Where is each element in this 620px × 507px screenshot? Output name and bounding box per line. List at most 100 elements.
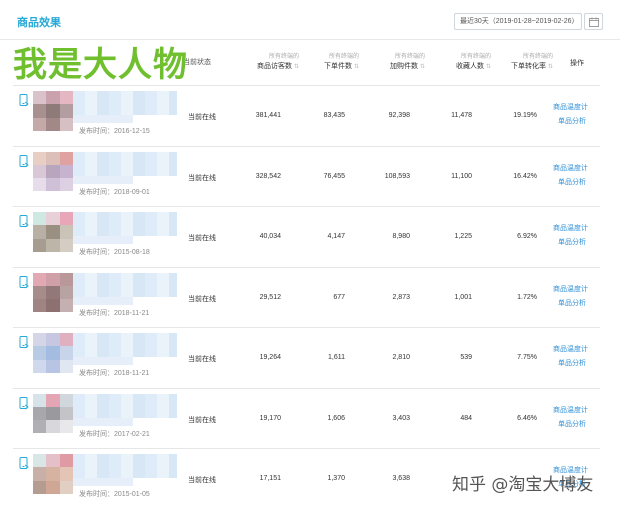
metric-visitors: 40,034 [259, 233, 281, 240]
table-row[interactable]: 发布时间：2018-11-21 当前在线 19,264 1,611 2,810 539… [13, 328, 600, 389]
status-text: 当前在线 [188, 235, 216, 242]
table-row[interactable]: 发布时间：2018-11-21 当前在线 29,512 677 2,873 1,001… [13, 268, 600, 328]
status-text: 当前在线 [188, 356, 216, 363]
item-analysis-link[interactable]: 单品分析 [558, 298, 586, 308]
product-title-blurred[interactable] [73, 333, 177, 357]
top-bar: 商品效果 最近30天（2019-01-28~2019-02-26） [0, 0, 620, 40]
status-text: 当前在线 [188, 295, 216, 303]
metric-rate: 7.75% [517, 354, 537, 361]
publish-time: 发布时间：2018-09-01 [79, 188, 150, 196]
product-thumbnail[interactable] [33, 272, 73, 313]
product-thumbnail[interactable] [33, 454, 73, 494]
product-title-blurred[interactable] [73, 91, 177, 115]
product-thumbnail[interactable] [33, 91, 73, 131]
metric-cart: 3,638 [392, 475, 410, 482]
thermometer-link[interactable]: 商品温度计 [553, 102, 588, 112]
publish-time: 发布时间：2018-11-21 [79, 309, 150, 317]
metric-orders: 1,370 [327, 475, 345, 482]
metric-rate: 6.92% [517, 233, 537, 240]
item-analysis-link[interactable]: 单品分析 [558, 177, 586, 187]
status-text: 当前在线 [188, 174, 216, 182]
metric-cart: 108,593 [384, 172, 410, 180]
product-title-blurred-line2 [73, 175, 133, 184]
metric-fav: 539 [460, 354, 472, 361]
product-title-blurred[interactable] [73, 393, 177, 418]
mobile-icon [19, 275, 29, 288]
watermark-top: 我是大人物 [13, 45, 188, 85]
metric-fav: 11,100 [451, 172, 472, 180]
product-thumbnail[interactable] [33, 393, 73, 434]
sort-icon: ⇅ [419, 64, 425, 70]
metric-cart: 92,398 [388, 112, 410, 119]
mobile-icon [19, 457, 29, 470]
metric-visitors: 381,441 [255, 112, 281, 119]
product-title-blurred[interactable] [73, 212, 177, 236]
metric-orders: 4,147 [327, 233, 345, 240]
thermometer-link[interactable]: 商品温度计 [553, 163, 588, 173]
col-favorites[interactable]: 所有终端的 收藏人数 ⇅ [431, 52, 491, 72]
mobile-icon [19, 396, 29, 409]
col-cart[interactable]: 所有终端的 加购件数 ⇅ [365, 52, 425, 72]
watermark-bottom: 知乎 @淘宝大博友 [452, 475, 594, 495]
metric-rate: 6.46% [517, 414, 537, 422]
metric-visitors: 19,264 [259, 354, 281, 361]
product-title-blurred[interactable] [73, 454, 177, 478]
table-body: 发布时间：2016-12-15 当前在线 381,441 83,435 92,398… [13, 86, 600, 507]
publish-time: 发布时间：2016-12-15 [79, 128, 150, 135]
item-analysis-link[interactable]: 单品分析 [558, 419, 586, 429]
metric-visitors: 29,512 [259, 293, 281, 301]
publish-time: 发布时间：2017-02-21 [79, 430, 150, 438]
status-text: 当前在线 [188, 477, 216, 484]
col-visitors[interactable]: 所有终端的 商品访客数 ⇅ [239, 52, 299, 72]
mobile-icon [19, 336, 29, 349]
thermometer-link[interactable]: 商品温度计 [553, 223, 588, 233]
thermometer-link[interactable]: 商品温度计 [553, 405, 588, 415]
mobile-icon [19, 154, 29, 167]
metric-cart: 2,873 [392, 293, 410, 301]
product-title-blurred-line2 [73, 417, 133, 426]
table-row[interactable]: 发布时间：2017-02-21 当前在线 19,170 1,606 3,403 484… [13, 389, 600, 449]
product-title-blurred-line2 [73, 357, 133, 365]
sort-icon: ⇅ [547, 64, 553, 70]
metric-fav: 1,001 [454, 293, 472, 301]
status-text: 当前在线 [188, 114, 216, 121]
product-title-blurred[interactable] [73, 272, 177, 297]
item-analysis-link[interactable]: 单品分析 [558, 237, 586, 247]
sort-icon: ⇅ [353, 64, 359, 70]
status-text: 当前在线 [188, 416, 216, 424]
metric-cart: 3,403 [392, 414, 410, 422]
metric-rate: 1.72% [517, 293, 537, 301]
col-action: 操作 [570, 60, 584, 67]
metric-orders: 83,435 [323, 112, 345, 119]
thermometer-link[interactable]: 商品温度计 [553, 344, 588, 354]
thermometer-link[interactable]: 商品温度计 [553, 284, 588, 294]
product-thumbnail[interactable] [33, 333, 73, 373]
product-thumbnail[interactable] [33, 151, 73, 192]
col-conversion[interactable]: 所有终端的 下单转化率 ⇅ [483, 52, 553, 72]
table-row[interactable]: 发布时间：2015-08-18 当前在线 40,034 4,147 8,980 1,2… [13, 207, 600, 268]
table-row[interactable]: 发布时间：2018-09-01 当前在线 328,542 76,455 108,59… [13, 147, 600, 207]
product-title-blurred-line2 [73, 296, 133, 305]
metric-rate: 19.19% [513, 112, 537, 119]
date-range-select[interactable]: 最近30天（2019-01-28~2019-02-26） [454, 13, 582, 30]
mobile-icon [19, 215, 29, 228]
item-analysis-link[interactable]: 单品分析 [558, 358, 586, 368]
metric-orders: 76,455 [323, 172, 345, 180]
metric-fav: 11,478 [451, 112, 472, 119]
calendar-icon [589, 17, 599, 27]
metric-visitors: 17,151 [259, 475, 281, 482]
publish-time: 发布时间：2015-01-05 [79, 491, 150, 498]
goods-effect-table: 当前状态 所有终端的 商品访客数 ⇅ 所有终端的 下单件数 ⇅ 所有终端的 加购… [13, 44, 600, 507]
table-row[interactable]: 发布时间：2016-12-15 当前在线 381,441 83,435 92,398… [13, 86, 600, 147]
metric-visitors: 19,170 [259, 414, 281, 422]
col-orders[interactable]: 所有终端的 下单件数 ⇅ [299, 52, 359, 72]
calendar-button[interactable] [584, 13, 603, 30]
metric-orders: 1,606 [327, 414, 345, 422]
mobile-icon [19, 94, 29, 107]
metric-visitors: 328,542 [255, 172, 281, 180]
section-title: 商品效果 [17, 17, 61, 29]
product-thumbnail[interactable] [33, 212, 73, 252]
product-title-blurred[interactable] [73, 151, 177, 176]
item-analysis-link[interactable]: 单品分析 [558, 116, 586, 126]
metric-cart: 8,980 [392, 233, 410, 240]
